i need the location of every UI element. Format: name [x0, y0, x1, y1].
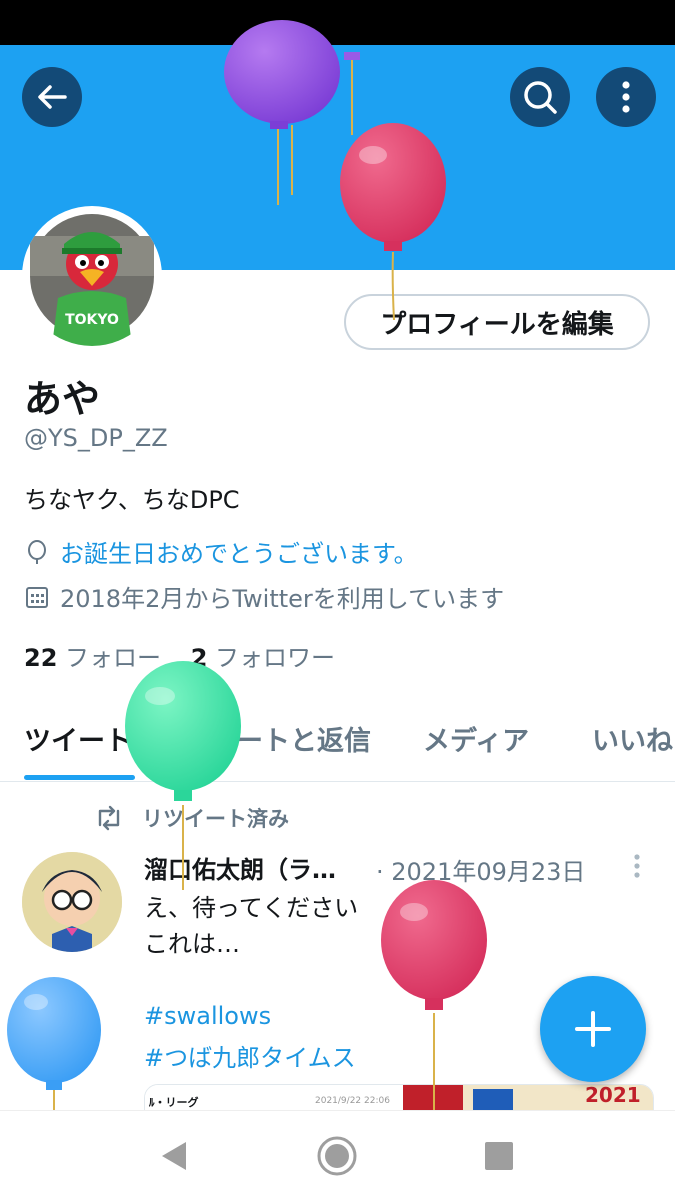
followers-label: フォロワー — [215, 644, 336, 672]
balloon-icon — [28, 539, 46, 564]
tweet-author-avatar[interactable] — [22, 852, 122, 952]
followers-count: 2 — [190, 644, 208, 672]
tweet-more-button[interactable] — [630, 852, 644, 882]
plus-icon — [575, 1011, 611, 1047]
following-link[interactable]: 22 フォロー — [24, 644, 161, 672]
media-timestamp: 2021/9/22 22:06 — [315, 1096, 390, 1106]
profile-avatar[interactable]: TOKYO — [22, 206, 162, 346]
status-bar — [0, 0, 675, 45]
following-label: フォロー — [65, 644, 162, 672]
profile-bio: ちなヤク、ちなDPC — [24, 486, 240, 514]
tweet-text-line: これは… — [144, 930, 240, 958]
hashtag-link[interactable]: #つば九郎タイムス — [144, 1038, 356, 1073]
calendar-icon — [26, 586, 48, 608]
profile-name: あや — [24, 377, 101, 421]
media-caption: ﾙ・リーグ — [149, 1096, 199, 1109]
balloon-blue — [7, 977, 101, 1115]
more-vertical-icon — [634, 854, 640, 878]
tweet-text-line: え、待ってください — [144, 894, 359, 922]
tweet-author-name[interactable]: 溜口佑太朗（ラ… — [144, 850, 336, 885]
retweet-icon — [98, 805, 120, 831]
tab-likes[interactable]: いいね — [592, 719, 673, 758]
hashtag-link[interactable]: #swallows — [144, 1002, 271, 1030]
author-avatar-image — [22, 852, 122, 952]
media-year-text: 2021 — [585, 1084, 641, 1107]
tweet-date: · 2021年09月23日 — [376, 858, 586, 886]
search-icon — [524, 81, 557, 114]
mascot-avatar-image: TOKYO — [30, 214, 154, 346]
nav-recents-icon[interactable] — [484, 1141, 514, 1171]
edit-profile-button[interactable]: プロフィールを編集 — [344, 294, 650, 350]
active-tab-indicator — [24, 775, 135, 780]
profile-handle: @YS_DP_ZZ — [24, 424, 168, 452]
nav-home-icon[interactable] — [316, 1135, 358, 1177]
followers-link[interactable]: 2 フォロワー — [191, 644, 335, 672]
joined-row: 2018年2月からTwitterを利用しています — [24, 579, 504, 614]
retweet-label: リツイート済み — [142, 807, 289, 831]
profile-tabs: ツイート ツイートと返信 メディア いいね — [0, 705, 675, 782]
birthday-row[interactable]: お誕生日おめでとうございます。 — [24, 534, 418, 569]
tab-media[interactable]: メディア — [423, 719, 529, 758]
search-button[interactable] — [510, 67, 570, 127]
back-button[interactable] — [22, 67, 82, 127]
retweet-indicator: リツイート済み — [94, 803, 289, 833]
nav-back-icon[interactable] — [158, 1139, 190, 1173]
joined-text: 2018年2月からTwitterを利用しています — [60, 585, 505, 613]
arrow-left-icon — [38, 85, 67, 109]
tab-tweets[interactable]: ツイート — [24, 719, 132, 758]
svg-text:TOKYO: TOKYO — [65, 312, 119, 328]
android-nav-bar — [0, 1110, 675, 1201]
more-vertical-icon — [622, 81, 630, 113]
compose-tweet-button[interactable] — [540, 976, 646, 1082]
more-options-button[interactable] — [596, 67, 656, 127]
tab-tweets-replies[interactable]: ツイートと返信 — [182, 719, 371, 758]
tweet-text: え、待ってください これは… — [144, 890, 358, 962]
following-count: 22 — [24, 644, 58, 672]
follow-stats: 22 フォロー 2 フォロワー — [24, 638, 335, 673]
birthday-text: お誕生日おめでとうございます。 — [60, 540, 418, 568]
balloon-pink-bottom — [381, 880, 487, 1110]
